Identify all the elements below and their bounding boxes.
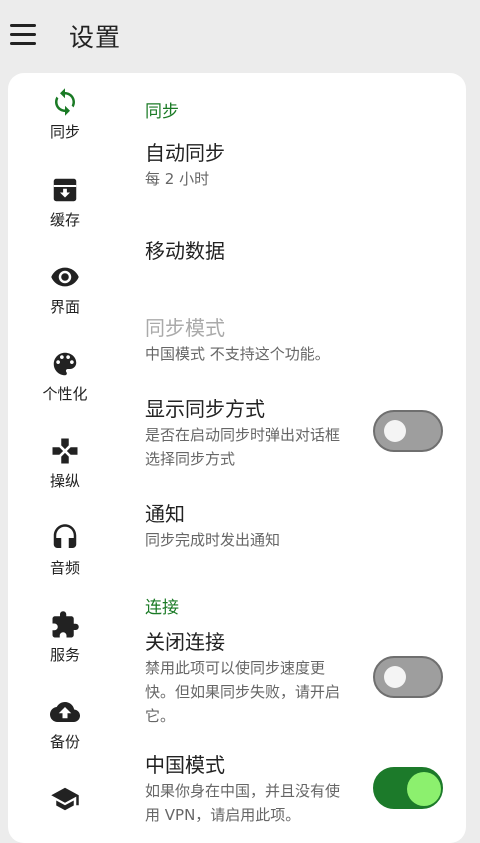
headphones-icon xyxy=(53,524,77,548)
archive-icon xyxy=(53,178,77,202)
setting-title: 同步模式 xyxy=(145,316,225,340)
show-sync-method-toggle[interactable] xyxy=(373,410,443,452)
cloud-upload-icon xyxy=(50,702,80,722)
setting-subtitle: 如果你身在中国，并且没有使用 VPN，请启用此项。 xyxy=(145,782,341,824)
nav-item-learn[interactable] xyxy=(8,784,122,818)
palette-icon xyxy=(53,352,77,376)
setting-title: 自动同步 xyxy=(145,141,225,165)
china-mode-toggle[interactable] xyxy=(373,767,443,809)
school-icon xyxy=(51,787,79,811)
puzzle-icon xyxy=(52,611,79,638)
setting-title: 关闭连接 xyxy=(145,630,225,654)
close-connection-toggle[interactable] xyxy=(373,656,443,698)
nav-item-backup[interactable]: 备份 xyxy=(8,697,122,752)
sync-icon xyxy=(55,88,75,116)
gamepad-icon xyxy=(52,438,78,464)
setting-subtitle: 同步完成时发出通知 xyxy=(145,531,281,549)
setting-title: 移动数据 xyxy=(145,239,225,263)
nav-item-label: 音频 xyxy=(49,559,80,577)
settings-card: 同步 缓存 界面 个性化 操纵 音频 服务 备份 同步 自动同步 每 2 小时 … xyxy=(8,73,466,843)
nav-item-label: 服务 xyxy=(49,646,80,664)
hamburger-menu-icon[interactable] xyxy=(10,24,38,46)
setting-mobile-data[interactable]: 移动数据 xyxy=(145,237,465,265)
nav-item-label: 备份 xyxy=(49,733,80,751)
nav-item-sync[interactable]: 同步 xyxy=(8,87,122,142)
nav-item-controls[interactable]: 操纵 xyxy=(8,436,122,491)
nav-item-label: 界面 xyxy=(49,298,80,316)
section-header-connection: 连接 xyxy=(145,598,179,618)
nav-item-label: 缓存 xyxy=(49,211,80,229)
nav-item-interface[interactable]: 界面 xyxy=(8,262,122,317)
nav-item-services[interactable]: 服务 xyxy=(8,610,122,665)
setting-subtitle: 中国模式 不支持这个功能。 xyxy=(145,345,330,363)
top-app-bar: 设置 xyxy=(0,0,480,72)
section-header-sync: 同步 xyxy=(145,102,179,122)
setting-notification[interactable]: 通知 同步完成时发出通知 xyxy=(145,500,465,552)
nav-item-audio[interactable]: 音频 xyxy=(8,523,122,578)
setting-subtitle: 是否在启动同步时弹出对话框选择同步方式 xyxy=(145,426,341,468)
nav-item-cache[interactable]: 缓存 xyxy=(8,175,122,230)
eye-icon xyxy=(51,267,79,287)
setting-auto-sync[interactable]: 自动同步 每 2 小时 xyxy=(145,139,465,191)
setting-subtitle: 禁用此项可以使同步速度更快。但如果同步失败，请开启它。 xyxy=(145,659,341,725)
nav-item-label: 同步 xyxy=(49,123,80,141)
setting-sync-mode: 同步模式 中国模式 不支持这个功能。 xyxy=(145,314,465,366)
page-title: 设置 xyxy=(69,23,122,52)
nav-item-personalize[interactable]: 个性化 xyxy=(8,349,122,404)
setting-title: 通知 xyxy=(145,502,185,526)
setting-subtitle: 每 2 小时 xyxy=(145,170,210,188)
nav-item-label: 操纵 xyxy=(49,472,80,490)
nav-item-label: 个性化 xyxy=(42,385,88,403)
